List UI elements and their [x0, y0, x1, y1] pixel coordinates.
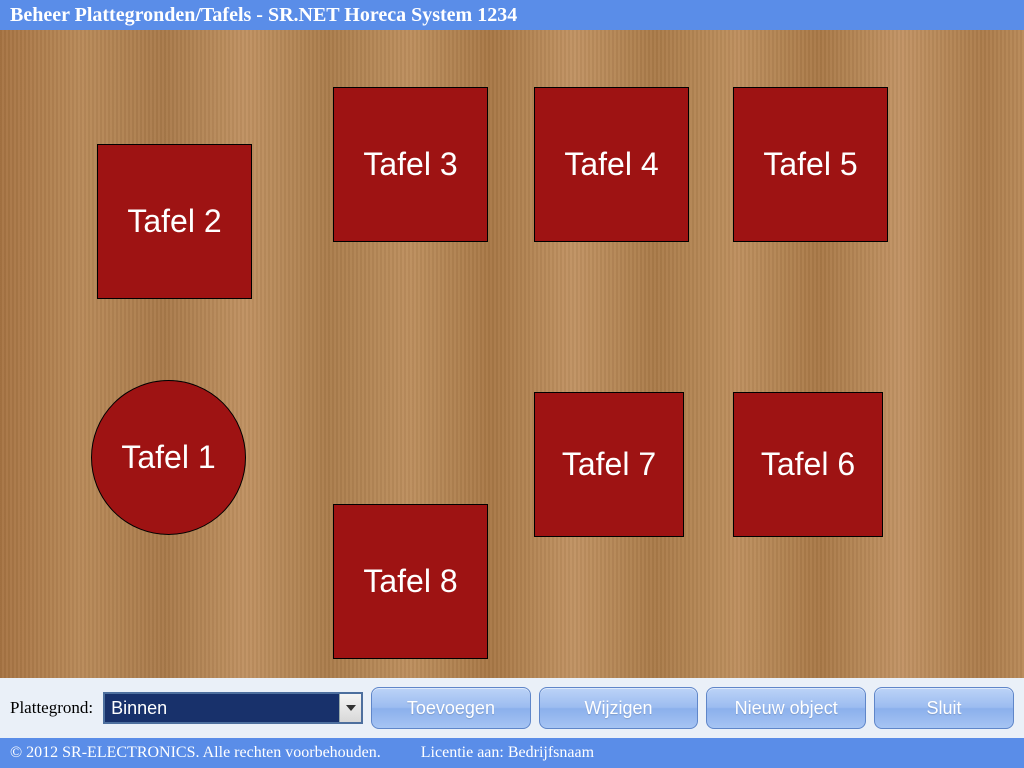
new-object-button[interactable]: Nieuw object — [706, 687, 866, 729]
table-label: Tafel 3 — [363, 146, 457, 183]
table-tafel-8[interactable]: Tafel 8 — [333, 504, 488, 659]
add-button[interactable]: Toevoegen — [371, 687, 531, 729]
close-button[interactable]: Sluit — [874, 687, 1014, 729]
titlebar: Beheer Plattegronden/Tafels - SR.NET Hor… — [0, 0, 1024, 30]
copyright-text: © 2012 SR-ELECTRONICS. Alle rechten voor… — [10, 744, 381, 762]
table-label: Tafel 4 — [564, 146, 658, 183]
floorplan-dropdown-value: Binnen — [105, 694, 339, 722]
table-label: Tafel 7 — [562, 446, 656, 483]
table-tafel-5[interactable]: Tafel 5 — [733, 87, 888, 242]
floorplan-dropdown[interactable]: Binnen — [103, 692, 363, 724]
table-label: Tafel 1 — [121, 439, 215, 476]
floorplan-label: Plattegrond: — [10, 698, 93, 718]
table-label: Tafel 2 — [127, 203, 221, 240]
toolbar: Plattegrond: Binnen Toevoegen Wijzigen N… — [0, 678, 1024, 738]
table-tafel-3[interactable]: Tafel 3 — [333, 87, 488, 242]
table-label: Tafel 6 — [761, 446, 855, 483]
chevron-down-icon — [339, 694, 361, 722]
license-text: Licentie aan: Bedrijfsnaam — [421, 744, 594, 762]
floorplan-canvas[interactable]: Tafel 2 Tafel 3 Tafel 4 Tafel 5 Tafel 1 Tafel… — [0, 30, 1024, 678]
table-tafel-4[interactable]: Tafel 4 — [534, 87, 689, 242]
table-tafel-2[interactable]: Tafel 2 — [97, 144, 252, 299]
table-label: Tafel 8 — [363, 563, 457, 600]
table-tafel-6[interactable]: Tafel 6 — [733, 392, 883, 537]
table-tafel-1[interactable]: Tafel 1 — [91, 380, 246, 535]
table-tafel-7[interactable]: Tafel 7 — [534, 392, 684, 537]
table-label: Tafel 5 — [763, 146, 857, 183]
statusbar: © 2012 SR-ELECTRONICS. Alle rechten voor… — [0, 738, 1024, 768]
window-title: Beheer Plattegronden/Tafels - SR.NET Hor… — [10, 4, 517, 27]
edit-button[interactable]: Wijzigen — [539, 687, 699, 729]
